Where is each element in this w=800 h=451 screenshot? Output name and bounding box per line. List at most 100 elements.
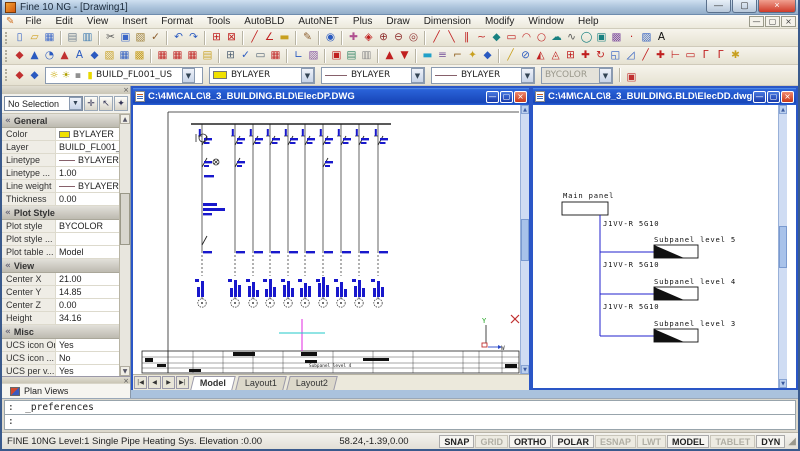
menu-modify[interactable]: Modify (478, 16, 521, 27)
toggle-snap[interactable]: SNAP (439, 435, 474, 448)
scroll-up-icon[interactable]: ▲ (779, 105, 787, 114)
new-icon[interactable]: ▯ (12, 30, 27, 45)
collapse-icon[interactable]: « (5, 327, 11, 337)
resize-grip[interactable]: ◢ (788, 436, 796, 447)
toggle-dyn[interactable]: DYN (756, 435, 785, 448)
elecdp-close-button[interactable]: × (514, 91, 527, 103)
fine-cmd-6-icon[interactable]: ◆ (87, 48, 102, 63)
property-value[interactable]: Model (56, 246, 119, 258)
drawing-window-elecdp[interactable]: C:\4M\CALC\8_3_BUILDING.BLD\ElecDP.DWG —… (131, 86, 531, 390)
zoom-extents-icon[interactable]: ◎ (406, 30, 421, 45)
scroll-down-icon[interactable]: ▼ (779, 379, 787, 388)
pickadd-toggle-button[interactable]: ✛ (84, 96, 98, 111)
quick-select-button[interactable]: ✦ (114, 96, 128, 111)
scale-icon[interactable]: ◱ (608, 48, 623, 63)
open-icon[interactable]: ▱ (27, 30, 42, 45)
section-header-general[interactable]: «General (2, 114, 130, 128)
layer-lock-icon[interactable]: ▪ (72, 68, 84, 83)
linetype-combo[interactable]: BYLAYER▼ (321, 67, 425, 84)
scrollbar-thumb[interactable] (521, 219, 529, 261)
fine-cmd-5-icon[interactable]: A (72, 48, 87, 63)
section-header-misc[interactable]: «Misc (2, 325, 130, 339)
property-value[interactable]: BUILD_FL001_ (56, 141, 119, 153)
palette-header[interactable]: × (2, 86, 130, 94)
toggle-grid[interactable]: GRID (475, 435, 508, 448)
toolbar-grip[interactable] (5, 50, 9, 62)
chip-2-icon[interactable]: ▤ (344, 48, 359, 63)
close-button[interactable]: × (758, 0, 796, 13)
property-value[interactable]: 34.16 (56, 312, 119, 324)
fillet-icon[interactable]: Γ (713, 48, 728, 63)
rectangle-icon[interactable]: ▭ (504, 30, 519, 45)
elecdd-close-button[interactable]: × (781, 91, 794, 103)
text-icon[interactable]: A (654, 30, 669, 45)
revision-cloud-icon[interactable]: ☁ (549, 30, 564, 45)
property-value[interactable]: 1.00 (56, 167, 119, 179)
select-objects-button[interactable]: ↖ (99, 96, 113, 111)
area-measure-icon[interactable]: ▬ (277, 30, 292, 45)
zoom-in-icon[interactable]: ⊕ (376, 30, 391, 45)
zoom-dynamic-icon[interactable]: ◈ (361, 30, 376, 45)
menu-window[interactable]: Window (521, 16, 571, 27)
mdi-minimize-button[interactable]: — (749, 16, 764, 27)
layer-freeze-icon[interactable]: ☀ (60, 68, 72, 83)
menu-file[interactable]: File (18, 16, 48, 27)
arrow-up-red-icon[interactable]: ▲ (382, 48, 397, 63)
selection-combo[interactable]: No Selection ▼ (4, 96, 83, 111)
table-red-3-icon[interactable]: ▦ (185, 48, 200, 63)
menu-edit[interactable]: Edit (49, 16, 80, 27)
elecdd-title-bar[interactable]: C:\4M\CALC\8_3_BUILDING.BLD\ElecDD.dwg —… (533, 88, 796, 105)
property-value[interactable]: Yes (56, 365, 119, 376)
plot-preview-icon[interactable]: ▥ (80, 30, 95, 45)
collapse-icon[interactable]: « (5, 208, 11, 218)
angle-measure-icon[interactable]: ∠ (262, 30, 277, 45)
paste-icon[interactable]: ▧ (133, 30, 148, 45)
scrollbar-thumb[interactable] (120, 193, 130, 245)
toggle-ortho[interactable]: ORTHO (509, 435, 552, 448)
circle-icon[interactable]: ○ (534, 30, 549, 45)
toggle-model[interactable]: MODEL (667, 435, 710, 448)
property-value[interactable]: 21.00 (56, 273, 119, 285)
plan-views-close-icon[interactable]: × (123, 377, 129, 385)
lineweight-combo[interactable]: BYLAYER▼ (431, 67, 535, 84)
menu-draw[interactable]: Draw (379, 16, 416, 27)
rotate-icon[interactable]: ↻ (593, 48, 608, 63)
mdi-restore-button[interactable]: ▢ (765, 16, 780, 27)
menu-format[interactable]: Format (154, 16, 200, 27)
break-icon[interactable]: ▭ (683, 48, 698, 63)
minimize-button[interactable]: — (706, 0, 731, 13)
command-input-line[interactable]: : (4, 415, 796, 430)
toggle-lwt[interactable]: LWT (637, 435, 666, 448)
fine-tool-a-icon[interactable]: ◆ (12, 68, 27, 83)
elecdp-title-bar[interactable]: C:\4M\CALC\8_3_BUILDING.BLD\ElecDP.DWG —… (133, 88, 529, 105)
explode-icon[interactable]: ✱ (728, 48, 743, 63)
toolbar-grip[interactable] (5, 69, 9, 81)
plan-views-panel-header[interactable]: × (2, 376, 130, 383)
hatch-icon[interactable]: ▨ (639, 30, 654, 45)
toolbar-grip[interactable] (5, 32, 9, 44)
elecdp-vertical-scrollbar[interactable]: ▲ ▼ (520, 105, 529, 374)
property-value[interactable]: BYLAYER (56, 154, 119, 166)
fine-tool-b-icon[interactable]: ◆ (27, 68, 42, 83)
table-red-2-icon[interactable]: ▦ (170, 48, 185, 63)
elecdp-restore-button[interactable]: ▢ (500, 91, 513, 103)
table-stripes-icon[interactable]: ▤ (200, 48, 215, 63)
collapse-icon[interactable]: « (5, 116, 11, 126)
chip-3-icon[interactable]: ▥ (359, 48, 374, 63)
fine-cmd-4-icon[interactable]: ▲ (57, 48, 72, 63)
array-icon[interactable]: ⊞ (563, 48, 578, 63)
property-value[interactable]: 0.00 (56, 299, 119, 311)
elecdd-drawing[interactable]: Main panelJ1VV-R 5G10Subpanel level 5J1V… (533, 105, 778, 388)
polygon-icon[interactable]: ◆ (489, 30, 504, 45)
chip-1-icon[interactable]: ▣ (329, 48, 344, 63)
property-value[interactable] (56, 233, 119, 245)
move-icon[interactable]: ✚ (578, 48, 593, 63)
fine-cmd-8-icon[interactable]: ▦ (117, 48, 132, 63)
copy-object-icon[interactable]: ⊘ (518, 48, 533, 63)
star-icon[interactable]: ✦ (465, 48, 480, 63)
toggle-tablet[interactable]: TABLET (710, 435, 755, 448)
layer-chip-icon[interactable]: ▨ (306, 48, 321, 63)
stretch-icon[interactable]: ◿ (623, 48, 638, 63)
color-combo-dropdown-icon[interactable]: ▼ (301, 68, 314, 83)
pan-icon[interactable]: ✚ (346, 30, 361, 45)
